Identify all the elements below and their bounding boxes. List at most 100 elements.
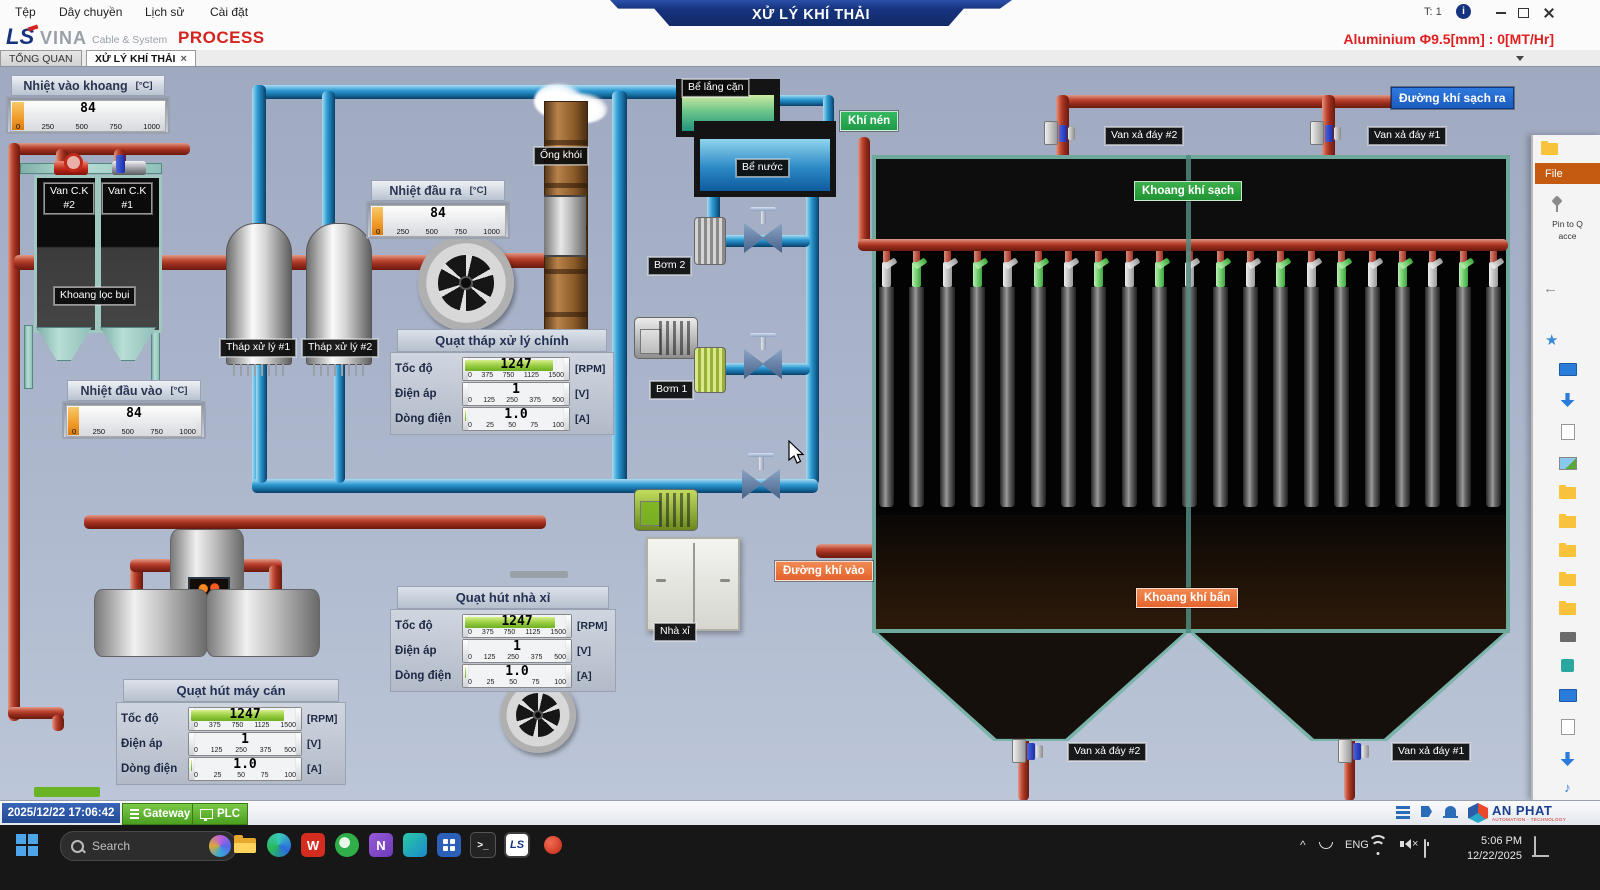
search-input[interactable]: Search: [60, 831, 237, 861]
nozzle-icon: [1489, 262, 1498, 287]
filter-bag: [1394, 251, 1411, 507]
explorer-nav-item[interactable]: [1561, 752, 1575, 766]
dust-filter-hopper: [36, 327, 92, 361]
tab-overflow-icon[interactable]: [1516, 56, 1524, 61]
language-indicator[interactable]: ENG: [1345, 839, 1369, 851]
filter-bag: [1090, 251, 1107, 507]
equipment-label: Khoang lọc bụi: [54, 287, 135, 305]
speed-gauge: 1247037575011251500: [462, 357, 570, 381]
media-app-icon[interactable]: [334, 832, 360, 858]
gas-inlet-label: Đường khí vào: [775, 561, 873, 581]
clean-gas-outlet-label: Đường khí sạch ra: [1391, 87, 1514, 109]
favorites-star-icon[interactable]: ★: [1545, 331, 1558, 349]
app-icon-teal[interactable]: [402, 832, 428, 858]
minimize-button[interactable]: [1490, 5, 1512, 21]
explorer-nav-item[interactable]: [1560, 632, 1576, 642]
nozzle-icon: [1276, 262, 1285, 287]
explorer-nav-item[interactable]: [1559, 603, 1576, 615]
wps-office-icon[interactable]: W: [300, 832, 326, 858]
nozzle-icon: [1125, 262, 1134, 287]
explorer-nav-item[interactable]: [1561, 659, 1574, 672]
tick-label: 25: [486, 422, 494, 429]
nozzle-icon: [882, 262, 891, 287]
fan-base: [510, 571, 568, 578]
file-explorer-icon[interactable]: [232, 832, 258, 858]
notification-bell-icon[interactable]: [1534, 836, 1536, 855]
tag-icon[interactable]: [1421, 806, 1437, 820]
back-arrow-icon[interactable]: ←: [1543, 280, 1558, 297]
tick-label: 375: [531, 654, 543, 661]
equipment-label: Bơm 2: [648, 257, 691, 275]
tab-close-icon[interactable]: ×: [180, 53, 186, 65]
menu-settings[interactable]: Cài đặt: [210, 5, 248, 19]
explorer-nav-item[interactable]: [1561, 424, 1575, 440]
pulse-manifold-pipe: [858, 239, 1508, 251]
calculator-icon[interactable]: [436, 832, 462, 858]
tick-label: 375: [481, 372, 493, 379]
blue-pipe: [612, 91, 627, 485]
restore-button[interactable]: [1512, 5, 1534, 21]
tick-label: 75: [261, 772, 269, 779]
explorer-nav-item[interactable]: [1559, 487, 1576, 499]
blue-pipe: [322, 91, 335, 233]
tick-label: 50: [509, 679, 517, 686]
close-button[interactable]: [1538, 5, 1560, 21]
explorer-nav-item[interactable]: [1559, 457, 1577, 470]
start-button[interactable]: [14, 832, 40, 858]
explorer-nav-item[interactable]: [1561, 719, 1575, 735]
tick-label: 0: [468, 372, 472, 379]
explorer-nav-item[interactable]: ♪: [1564, 783, 1571, 793]
red-pipe: [52, 715, 64, 731]
tick-label: 750: [232, 722, 244, 729]
menu-file[interactable]: Tệp: [15, 5, 36, 19]
fan-row-current: Dòng điện 1.00255075100 [A]: [121, 756, 341, 781]
filter-bag: [1212, 251, 1229, 507]
plc-status-button[interactable]: PLC: [192, 803, 248, 825]
filter-bag: [1333, 251, 1350, 507]
menu-history[interactable]: Lịch sử: [145, 5, 184, 19]
list-icon[interactable]: [1396, 806, 1410, 820]
terminal-icon[interactable]: >_: [470, 832, 496, 858]
filter-bag: [939, 251, 956, 507]
explorer-nav-item[interactable]: [1559, 363, 1577, 376]
tray-chevron-icon[interactable]: ^: [1300, 838, 1306, 852]
explorer-nav-item[interactable]: [1559, 574, 1576, 586]
gateway-status-button[interactable]: Gateway: [122, 803, 198, 825]
fan-row-voltage: Điện áp 10125250375500 [V]: [395, 638, 611, 663]
explorer-nav-item[interactable]: [1559, 545, 1576, 557]
info-icon[interactable]: i: [1456, 4, 1471, 19]
voltage-gauge: 10125250375500: [462, 639, 572, 663]
fan-row-voltage: Điện áp 10125250375500 [V]: [395, 381, 609, 406]
dust-filter-hopper: [100, 327, 156, 361]
filter-bag: [999, 251, 1016, 507]
explorer-nav-item[interactable]: [1559, 516, 1576, 528]
baghouse-hopper: [874, 633, 1188, 741]
taskbar-clock[interactable]: 5:06 PM12/22/2025: [1450, 834, 1522, 864]
equipment-label: Bể lắng cặn: [682, 79, 749, 97]
explorer-nav-item[interactable]: [1561, 393, 1575, 407]
nozzle-icon: [1398, 262, 1407, 287]
volume-muted-icon[interactable]: ×: [1400, 838, 1418, 850]
filter-bag: [1151, 251, 1168, 507]
edge-browser-icon[interactable]: [266, 832, 292, 858]
tick-label: 250: [235, 747, 247, 754]
battery-icon[interactable]: [1424, 839, 1426, 858]
tick-label: 375: [529, 397, 541, 404]
tick-label: 25: [487, 679, 495, 686]
ls-hmi-app-icon[interactable]: LS: [504, 832, 530, 858]
tick-label: 0: [194, 722, 198, 729]
bell-icon[interactable]: [1445, 806, 1461, 820]
visual-studio-icon[interactable]: N: [368, 832, 394, 858]
recording-app-icon[interactable]: [540, 832, 566, 858]
explorer-file-menu[interactable]: File: [1535, 163, 1600, 184]
tab-tong-quan[interactable]: TỔNG QUAN: [0, 50, 82, 67]
tick-label: 75: [530, 422, 538, 429]
furnace-tank-right: [206, 589, 320, 657]
clean-air-chamber: [876, 159, 1506, 243]
equipment-label: Van xả đáy #1: [1392, 743, 1470, 761]
dirty-air-chamber: [876, 515, 1506, 629]
menu-line[interactable]: Dây chuyền: [59, 5, 122, 19]
tab-xu-ly-khi-thai[interactable]: XỬ LÝ KHÍ THẢI ×: [86, 50, 196, 67]
tick-label: 0: [468, 654, 472, 661]
explorer-nav-item[interactable]: [1559, 689, 1577, 702]
